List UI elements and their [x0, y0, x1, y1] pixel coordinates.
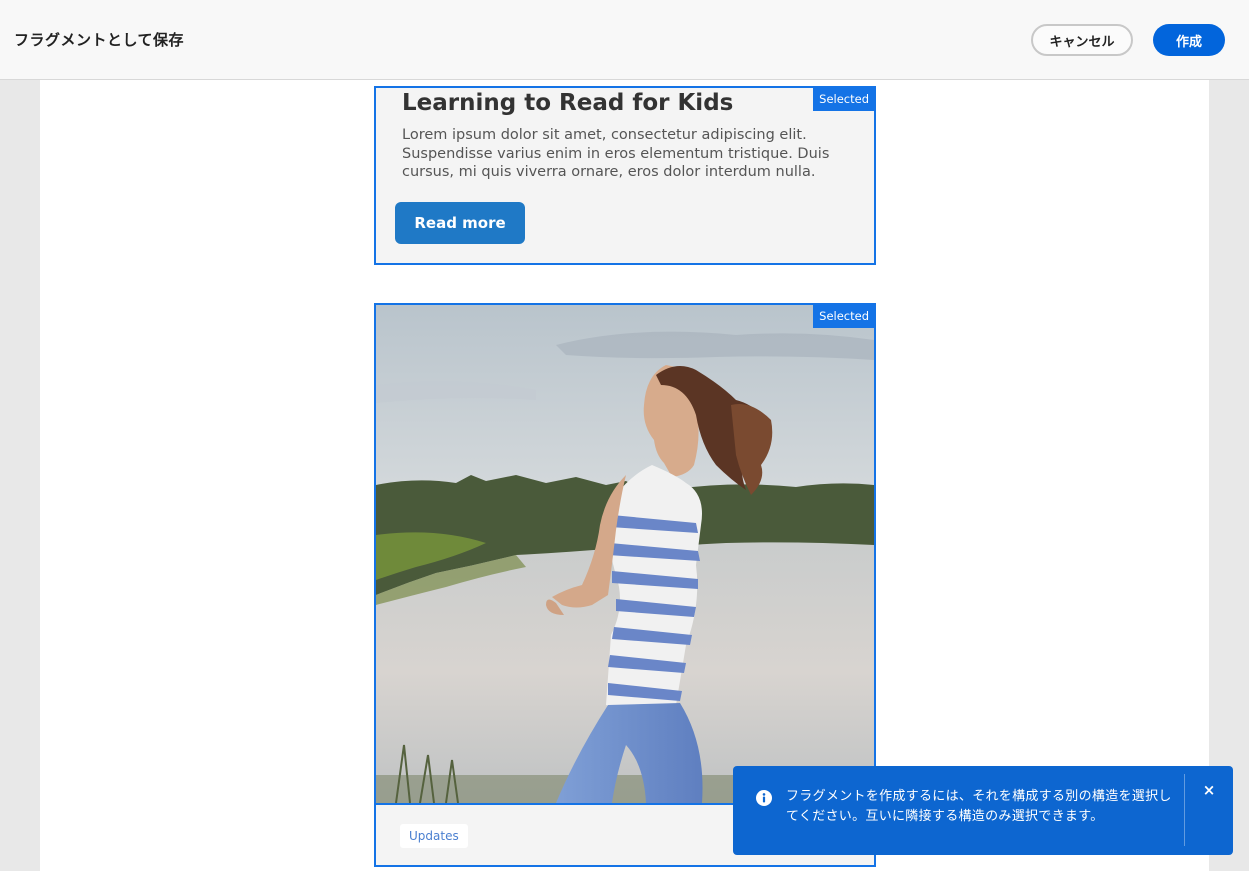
runner-photo-illustration: [376, 305, 874, 803]
create-button[interactable]: 作成: [1153, 24, 1225, 56]
read-more-button[interactable]: Read more: [395, 202, 525, 244]
card-heading: Learning to Read for Kids: [402, 90, 734, 116]
toast-divider: [1184, 774, 1185, 846]
dialog-header: フラグメントとして保存 キャンセル 作成: [0, 0, 1249, 80]
runner-photo: [376, 305, 874, 805]
close-icon[interactable]: ×: [1201, 781, 1217, 799]
selected-badge: Selected: [813, 88, 874, 111]
toast-message: フラグメントを作成するには、それを構成する別の構造を選択してください。互いに隣接…: [786, 789, 1172, 824]
info-icon: [756, 790, 772, 806]
selected-badge: Selected: [813, 305, 874, 328]
dialog-title: フラグメントとして保存: [14, 31, 185, 49]
info-toast: フラグメントを作成するには、それを構成する別の構造を選択してください。互いに隣接…: [733, 766, 1233, 855]
updates-tag: Updates: [400, 824, 468, 848]
card-body-text: Lorem ipsum dolor sit amet, consectetur …: [402, 127, 830, 180]
text-structure-selected[interactable]: Learning to Read for Kids Lorem ipsum do…: [374, 86, 876, 265]
cancel-button[interactable]: キャンセル: [1031, 24, 1133, 56]
